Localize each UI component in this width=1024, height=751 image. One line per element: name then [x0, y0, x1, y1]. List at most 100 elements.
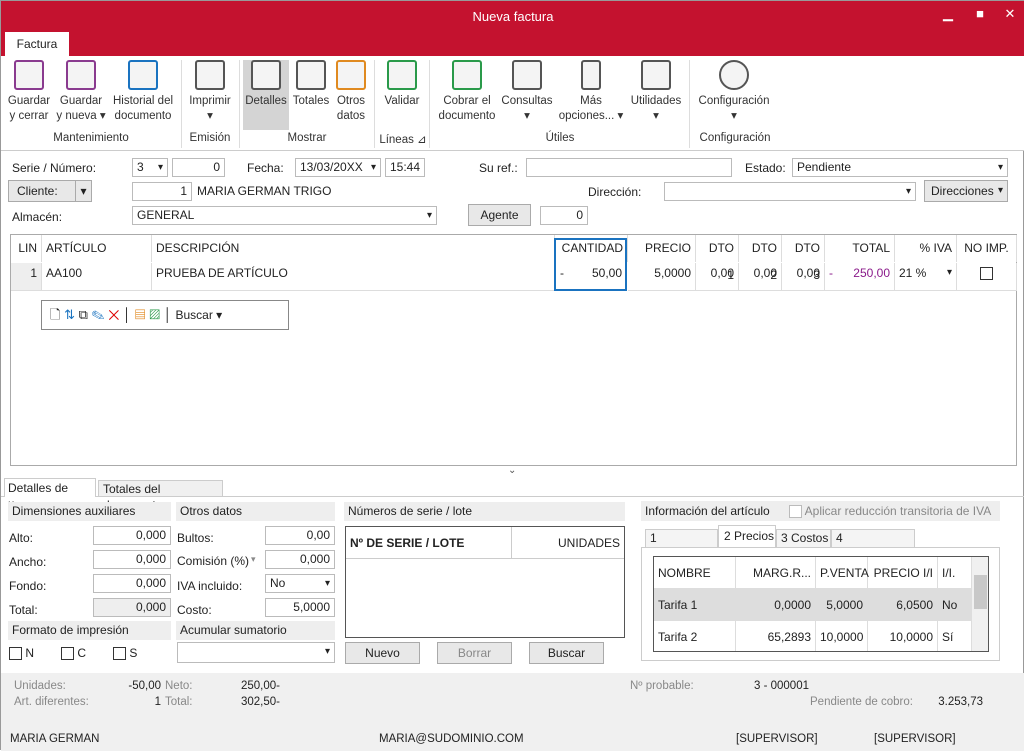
comision-input[interactable]: 0,000 — [265, 550, 335, 569]
almacen-select[interactable]: GENERAL — [132, 206, 437, 225]
cell-dto3[interactable]: 0,00 — [782, 263, 825, 291]
checkbox[interactable] — [113, 647, 126, 661]
delete-line-icon[interactable]: ✕ — [108, 307, 119, 322]
precios-cell[interactable]: Tarifa 1 — [654, 589, 736, 621]
cell-noimp[interactable] — [957, 263, 1017, 291]
lines-grid[interactable]: LIN ARTÍCULO DESCRIPCIÓN CANTIDAD PRECIO… — [10, 234, 1017, 466]
suref-input[interactable] — [526, 158, 732, 177]
costo-input[interactable]: 5,0000 — [265, 598, 335, 617]
cell-dto2[interactable]: 0,00 — [739, 263, 782, 291]
cobrar-button[interactable]: Cobrar el documento — [435, 60, 499, 124]
col-total[interactable]: TOTAL — [825, 235, 895, 262]
precios-header[interactable]: NOMBRE — [654, 557, 736, 589]
series-grid[interactable]: Nº DE SERIE / LOTE UNIDADES — [345, 526, 625, 638]
direcciones-button[interactable]: Direcciones — [924, 180, 1008, 202]
col-precio[interactable]: PRECIO — [628, 235, 696, 262]
cell-articulo[interactable]: AA100 — [42, 263, 152, 291]
tab-existencias[interactable]: 1 Existencias — [645, 529, 718, 562]
precios-header[interactable]: MARG.R... — [736, 557, 816, 589]
numero-input[interactable]: 0 — [172, 158, 225, 177]
precios-header[interactable]: I/I. — [938, 557, 972, 589]
edit-line-icon[interactable]: ✎ — [92, 307, 105, 322]
aplicar-iva[interactable]: Aplicar reducción transitoria de IVA — [789, 504, 991, 519]
col-lin[interactable]: LIN — [11, 235, 42, 262]
col-unidades[interactable]: UNIDADES — [512, 527, 624, 559]
tab-detalles-linea[interactable]: Detalles de línea — [4, 478, 96, 513]
col-iva[interactable]: % IVA — [895, 235, 957, 262]
serie-select[interactable]: 3 — [132, 158, 168, 177]
buscar-button[interactable]: Buscar — [529, 642, 604, 664]
precios-header[interactable]: P.VENTA — [816, 557, 869, 589]
precios-cell[interactable]: 6,0500 — [868, 589, 938, 621]
precios-cell[interactable]: 65,2893 — [736, 621, 816, 651]
checkbox[interactable] — [9, 647, 22, 661]
scrollbar-thumb[interactable] — [974, 575, 987, 609]
validar-button[interactable]: Validar — [379, 60, 425, 109]
imprimir-button[interactable]: Imprimir ▾ — [185, 60, 235, 124]
fondo-input[interactable]: 0,000 — [93, 574, 171, 593]
cell-iva[interactable]: 21 % — [895, 263, 957, 291]
col-articulo[interactable]: ARTÍCULO — [42, 235, 152, 262]
utilidades-button[interactable]: Utilidades ▾ — [627, 60, 685, 124]
col-noimp[interactable]: NO IMP. — [957, 235, 1017, 262]
precios-cell[interactable]: Tarifa 2 — [654, 621, 736, 651]
totales-button[interactable]: Totales — [291, 60, 331, 109]
cell-dto1[interactable]: 0,00 — [696, 263, 739, 291]
col-dto3[interactable]: DTO 3 — [782, 235, 825, 282]
alto-input[interactable]: 0,000 — [93, 526, 171, 545]
group-label[interactable]: Líneas ⊿ — [377, 132, 429, 146]
checkbox[interactable] — [789, 505, 802, 519]
precios-header[interactable]: PRECIO I/I — [868, 557, 938, 589]
iva-incluido-select[interactable]: No — [265, 574, 335, 593]
insert-line-icon[interactable]: ⇅ — [64, 307, 75, 322]
maximize-button[interactable]: ■ — [965, 1, 995, 29]
noimp-checkbox[interactable] — [980, 267, 993, 281]
precios-cell[interactable]: 5,0000 — [816, 589, 868, 621]
precios-cell[interactable]: Sí — [938, 621, 972, 651]
formato-s[interactable]: S — [113, 646, 137, 661]
close-button[interactable]: ✕ — [995, 1, 1024, 29]
copy-line-icon[interactable]: ⧉ — [79, 307, 88, 322]
minimize-button[interactable]: ▁ — [933, 1, 963, 29]
notes-icon[interactable]: ▤ — [135, 307, 146, 322]
bultos-input[interactable]: 0,00 — [265, 526, 335, 545]
tab-precios[interactable]: 2 Precios — [718, 525, 776, 548]
buscar-dropdown[interactable]: Buscar ▾ — [175, 308, 222, 322]
cliente-dropdown[interactable]: ▾ — [75, 180, 92, 202]
col-descripcion[interactable]: DESCRIPCIÓN — [152, 235, 555, 262]
agente-button[interactable]: Agente — [468, 204, 531, 226]
acumular-select[interactable] — [177, 642, 335, 663]
borrar-button[interactable]: Borrar — [437, 642, 512, 664]
cell-cantidad[interactable]: - 50,00 — [556, 263, 626, 291]
ancho-input[interactable]: 0,000 — [93, 550, 171, 569]
cell-precio[interactable]: 5,0000 — [628, 263, 696, 291]
mas-opciones-button[interactable]: Más opciones... ▾ — [557, 60, 625, 124]
configuracion-button[interactable]: Configuración ▾ — [695, 60, 773, 124]
splitter-chevron-icon[interactable]: ⌄ — [508, 465, 516, 476]
estado-select[interactable]: Pendiente — [792, 158, 1008, 177]
col-serie[interactable]: Nº DE SERIE / LOTE — [346, 527, 512, 559]
fecha-input[interactable]: 13/03/20XX — [295, 158, 381, 177]
precios-scrollbar[interactable] — [972, 557, 988, 651]
hora-input[interactable]: 15:44 — [385, 158, 425, 177]
formato-n[interactable]: N — [9, 646, 34, 661]
guardar-nueva-button[interactable]: Guardar y nueva ▾ — [55, 60, 107, 124]
tab-proveedores[interactable]: 4 Proveedores — [831, 529, 915, 562]
col-dto1[interactable]: DTO 1 — [696, 235, 739, 282]
precios-cell[interactable]: 10,0000 — [868, 621, 938, 651]
image-icon[interactable]: ▨ — [149, 307, 160, 322]
historial-button[interactable]: Historial del documento — [109, 60, 177, 124]
nuevo-button[interactable]: Nuevo — [345, 642, 420, 664]
precios-cell[interactable]: No — [938, 589, 972, 621]
cell-descripcion[interactable]: PRUEBA DE ARTÍCULO — [152, 263, 555, 291]
direccion-select[interactable] — [664, 182, 916, 201]
detalles-button[interactable]: Detalles — [243, 60, 289, 130]
tab-factura[interactable]: Factura — [5, 32, 69, 56]
precios-cell[interactable]: 10,0000 — [816, 621, 868, 651]
cliente-button[interactable]: Cliente: — [8, 180, 76, 202]
formato-c[interactable]: C — [61, 646, 86, 661]
new-line-icon[interactable]: 🗋 — [50, 307, 60, 322]
precios-grid[interactable]: NOMBRE MARG.R... P.VENTA PRECIO I/I I/I. Tari… — [653, 556, 989, 652]
consultas-button[interactable]: Consultas ▾ — [499, 60, 555, 124]
checkbox[interactable] — [61, 647, 74, 661]
